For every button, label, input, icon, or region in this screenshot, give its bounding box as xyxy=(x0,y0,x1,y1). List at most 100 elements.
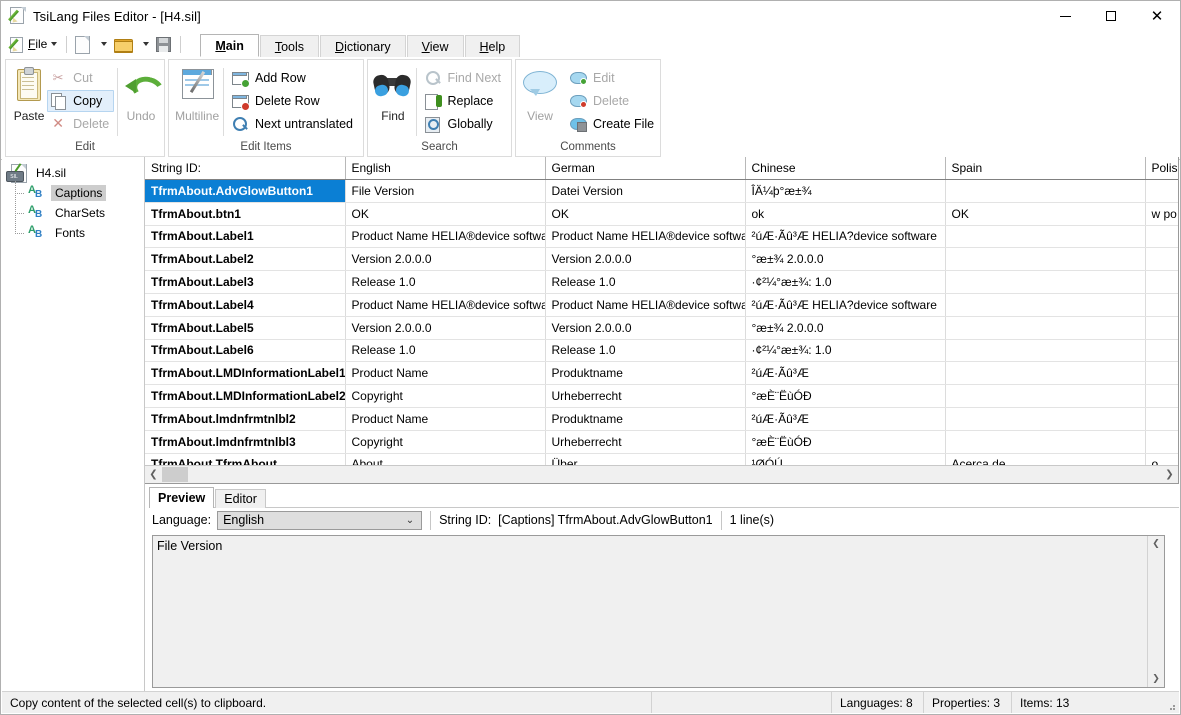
cell-polish[interactable] xyxy=(1145,316,1178,340)
cell-polish[interactable]: w po xyxy=(1145,202,1178,226)
cell-english[interactable]: Product Name HELIA®device software xyxy=(345,293,546,317)
new-file-dropdown[interactable] xyxy=(94,33,110,55)
cell-spain[interactable] xyxy=(945,430,1146,454)
scroll-right-icon[interactable]: ❯ xyxy=(1161,466,1178,483)
cell-string-id[interactable]: TfrmAbout.AdvGlowButton1 xyxy=(145,179,346,203)
column-header-string-id[interactable]: String ID: xyxy=(145,157,346,180)
cell-english[interactable]: Product Name xyxy=(345,361,546,386)
cell-spain[interactable] xyxy=(945,179,1146,203)
cell-polish[interactable] xyxy=(1145,247,1178,272)
cell-german[interactable]: Version 2.0.0.0 xyxy=(545,316,746,340)
table-row[interactable]: TfrmAbout.Label1 Product Name HELIA®devi… xyxy=(145,225,1178,249)
scroll-up-icon[interactable]: ❮ xyxy=(1148,536,1164,552)
cell-polish[interactable] xyxy=(1145,361,1178,386)
cell-chinese[interactable]: °æÈ¨ËùÓÐ xyxy=(745,384,946,408)
column-header-chinese[interactable]: Chinese xyxy=(745,157,946,180)
cell-english[interactable]: Version 2.0.0.0 xyxy=(345,316,546,340)
cell-english[interactable]: OK xyxy=(345,202,546,226)
paste-button[interactable]: Paste xyxy=(11,64,47,123)
create-comment-file-button[interactable]: Create File xyxy=(567,113,659,135)
tree-item-captions[interactable]: A B Captions xyxy=(2,183,144,203)
cell-english[interactable]: Product Name HELIA®device software xyxy=(345,225,546,249)
delete-button[interactable]: ✕ Delete xyxy=(47,113,114,135)
cell-german[interactable]: Product Name HELIA®device software xyxy=(545,293,746,317)
cut-button[interactable]: ✂ Cut xyxy=(47,67,114,89)
open-file-dropdown[interactable] xyxy=(136,33,152,55)
cell-polish[interactable] xyxy=(1145,430,1178,454)
tab-tools[interactable]: Tools xyxy=(259,35,320,57)
cell-chinese[interactable]: ²úÆ·Ãû³Æ xyxy=(745,407,946,431)
cell-polish[interactable] xyxy=(1145,270,1178,294)
cell-string-id[interactable]: TfrmAbout.btn1 xyxy=(145,202,346,226)
save-file-button[interactable] xyxy=(153,33,174,55)
tab-main[interactable]: Main xyxy=(200,34,259,57)
cell-german[interactable]: Release 1.0 xyxy=(545,339,746,363)
cell-german[interactable]: Release 1.0 xyxy=(545,270,746,294)
file-menu-button[interactable]: File xyxy=(7,33,60,55)
scroll-track[interactable] xyxy=(162,466,1161,483)
open-file-button[interactable] xyxy=(111,33,135,55)
next-untranslated-button[interactable]: Next untranslated xyxy=(229,113,358,135)
cell-chinese[interactable]: ²úÆ·Ãû³Æ HELIA?device software xyxy=(745,225,946,249)
cell-spain[interactable] xyxy=(945,339,1146,363)
table-row[interactable]: TfrmAbout.Label5 Version 2.0.0.0 Version… xyxy=(145,316,1178,340)
close-button[interactable]: ✕ xyxy=(1134,1,1180,31)
multiline-button[interactable]: Multiline xyxy=(174,64,220,123)
grid-horizontal-scrollbar[interactable]: ❮ ❯ xyxy=(145,465,1178,483)
cell-spain[interactable] xyxy=(945,407,1146,431)
edit-comment-button[interactable]: Edit xyxy=(567,67,659,89)
cell-english[interactable]: Version 2.0.0.0 xyxy=(345,247,546,272)
tree-item-charsets[interactable]: A B CharSets xyxy=(2,203,144,223)
cell-string-id[interactable]: TfrmAbout.Label1 xyxy=(145,225,346,249)
cell-english[interactable]: Product Name xyxy=(345,407,546,431)
cell-german[interactable]: Produktname xyxy=(545,407,746,431)
cell-spain[interactable] xyxy=(945,247,1146,272)
cell-german[interactable]: Product Name HELIA®device software xyxy=(545,225,746,249)
cell-chinese[interactable]: °æÈ¨ËùÓÐ xyxy=(745,430,946,454)
table-row[interactable]: TfrmAbout.Label2 Version 2.0.0.0 Version… xyxy=(145,247,1178,272)
copy-button[interactable]: Copy xyxy=(47,90,115,112)
cell-string-id[interactable]: TfrmAbout.Label6 xyxy=(145,339,346,363)
cell-chinese[interactable]: °æ±¾ 2.0.0.0 xyxy=(745,247,946,272)
tab-preview[interactable]: Preview xyxy=(149,487,215,508)
tab-help[interactable]: Help xyxy=(464,35,521,57)
add-row-button[interactable]: Add Row xyxy=(229,67,358,89)
cell-spain[interactable]: OK xyxy=(945,202,1146,226)
maximize-button[interactable] xyxy=(1088,1,1134,31)
tab-view[interactable]: View xyxy=(406,35,464,57)
cell-string-id[interactable]: TfrmAbout.Label2 xyxy=(145,247,346,272)
cell-chinese[interactable]: ²úÆ·Ãû³Æ HELIA?device software xyxy=(745,293,946,317)
cell-polish[interactable] xyxy=(1145,339,1178,363)
cell-string-id[interactable]: TfrmAbout.lmdnfrmtnlbl3 xyxy=(145,430,346,454)
cell-string-id[interactable]: TfrmAbout.Label5 xyxy=(145,316,346,340)
tree-item-fonts[interactable]: A B Fonts xyxy=(2,223,144,243)
cell-english[interactable]: Copyright xyxy=(345,430,546,454)
cell-string-id[interactable]: TfrmAbout.LMDInformationLabel1 xyxy=(145,361,346,386)
table-row[interactable]: TfrmAbout.LMDInformationLabel2 Copyright… xyxy=(145,384,1178,408)
cell-chinese[interactable]: ·¢²¼°æ±¾: 1.0 xyxy=(745,270,946,294)
table-row[interactable]: TfrmAbout.Label3 Release 1.0 Release 1.0… xyxy=(145,270,1178,294)
cell-german[interactable]: Urheberrecht xyxy=(545,430,746,454)
table-row[interactable]: TfrmAbout.btn1 OK OK ok OK w po xyxy=(145,202,1178,226)
cell-string-id[interactable]: TfrmAbout.LMDInformationLabel2 xyxy=(145,384,346,408)
scroll-down-icon[interactable]: ❯ xyxy=(1148,671,1164,687)
cell-german[interactable]: Urheberrecht xyxy=(545,384,746,408)
globally-button[interactable]: Globally xyxy=(422,113,507,135)
table-row[interactable]: TfrmAbout.lmdnfrmtnlbl2 Product Name Pro… xyxy=(145,407,1178,431)
column-header-polish[interactable]: Polish xyxy=(1145,157,1178,180)
cell-polish[interactable] xyxy=(1145,293,1178,317)
delete-row-button[interactable]: Delete Row xyxy=(229,90,358,112)
cell-english[interactable]: Release 1.0 xyxy=(345,270,546,294)
cell-spain[interactable] xyxy=(945,225,1146,249)
resize-grip-icon[interactable] xyxy=(1165,700,1177,712)
tree-root-h4sil[interactable]: SIL H4.sil xyxy=(2,163,144,183)
preview-textbox[interactable]: File Version ❮ ❯ xyxy=(152,535,1165,688)
cell-german[interactable]: Produktname xyxy=(545,361,746,386)
tab-dictionary[interactable]: Dictionary xyxy=(320,35,406,57)
table-row[interactable]: TfrmAbout.Label6 Release 1.0 Release 1.0… xyxy=(145,339,1178,363)
table-row[interactable]: TfrmAbout.Label4 Product Name HELIA®devi… xyxy=(145,293,1178,317)
column-header-german[interactable]: German xyxy=(545,157,746,180)
scroll-thumb[interactable] xyxy=(162,467,188,482)
table-row[interactable]: TfrmAbout.LMDInformationLabel1 Product N… xyxy=(145,361,1178,386)
minimize-button[interactable] xyxy=(1042,1,1088,31)
